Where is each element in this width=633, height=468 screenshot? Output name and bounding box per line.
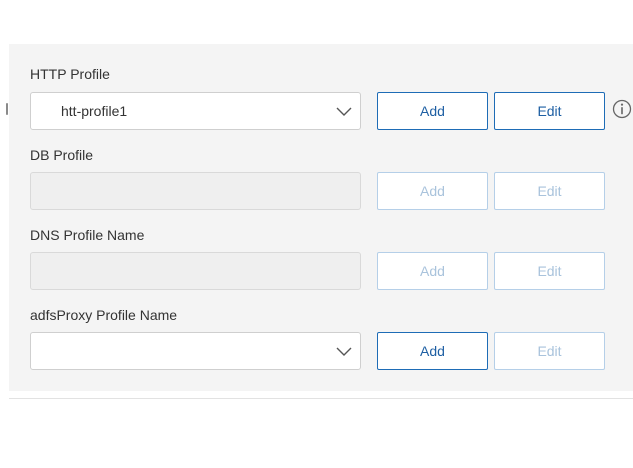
adfsproxy-profile-label: adfsProxy Profile Name [30, 307, 178, 323]
chevron-down-icon [336, 347, 352, 356]
http-profile-select[interactable]: htt-profile1 [30, 92, 361, 130]
dns-profile-edit-button: Edit [494, 252, 605, 290]
http-profile-add-button[interactable]: Add [377, 92, 488, 130]
collapse-edge-mark [6, 103, 8, 115]
adfsproxy-profile-select[interactable] [30, 332, 361, 370]
http-profile-selected-value: htt-profile1 [61, 103, 128, 119]
db-profile-field [30, 172, 361, 210]
db-profile-add-button: Add [377, 172, 488, 210]
info-icon[interactable] [612, 99, 632, 119]
chevron-down-icon [336, 107, 352, 116]
db-profile-label: DB Profile [30, 147, 94, 163]
dns-profile-add-button: Add [377, 252, 488, 290]
dns-profile-field [30, 252, 361, 290]
db-profile-edit-button: Edit [494, 172, 605, 210]
http-profile-edit-button[interactable]: Edit [494, 92, 605, 130]
dns-profile-label: DNS Profile Name [30, 227, 145, 243]
http-profile-label: HTTP Profile [30, 66, 110, 82]
section-divider [9, 398, 633, 399]
adfsproxy-profile-edit-button: Edit [494, 332, 605, 370]
adfsproxy-profile-add-button[interactable]: Add [377, 332, 488, 370]
